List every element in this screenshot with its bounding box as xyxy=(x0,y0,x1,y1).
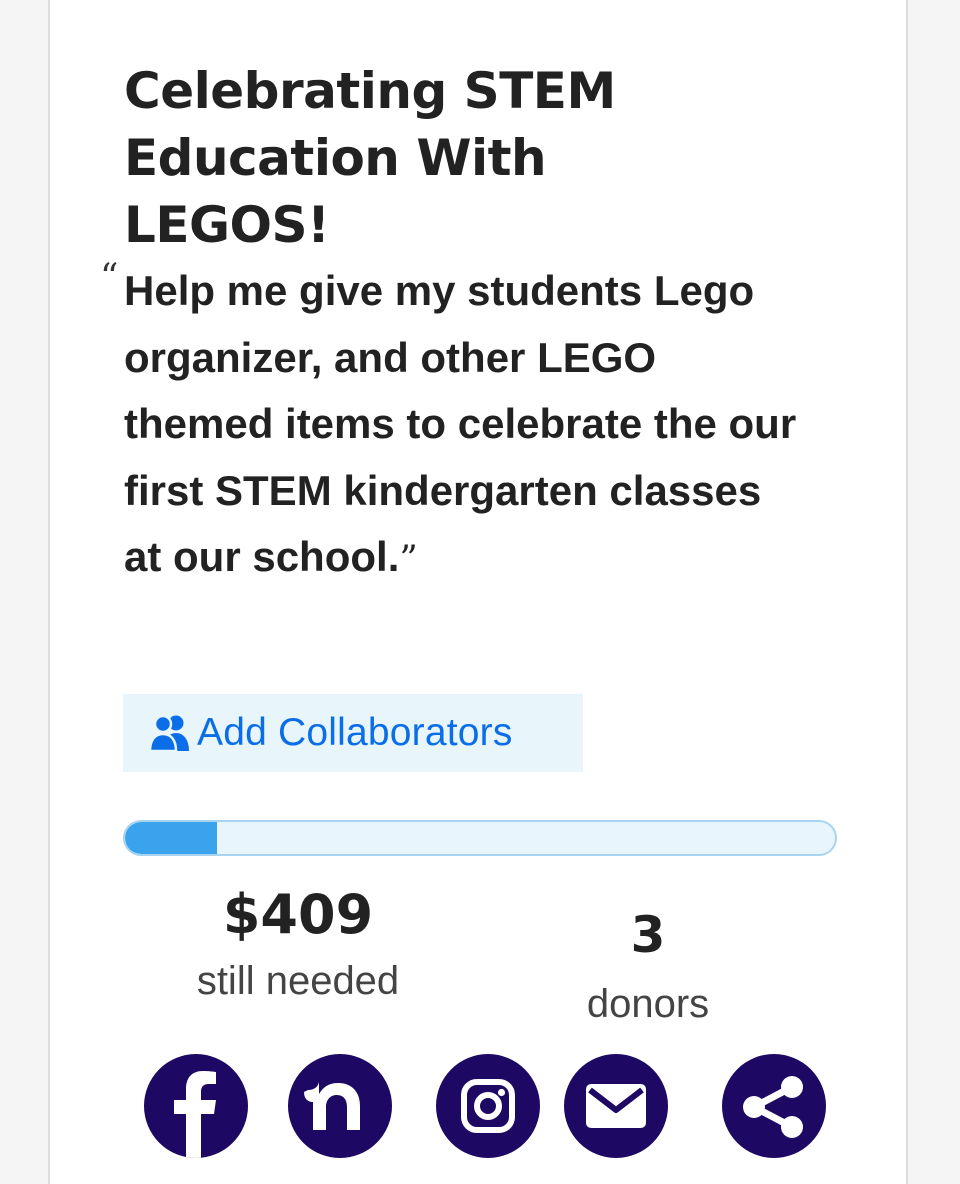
envelope-icon xyxy=(586,1084,646,1128)
share-icon xyxy=(743,1076,803,1138)
project-quote-text: Help me give my students Lego organizer,… xyxy=(124,267,797,580)
amount-needed-stat: $409 still needed xyxy=(170,884,426,1016)
facebook-icon xyxy=(174,1071,216,1158)
share-button[interactable] xyxy=(722,1054,826,1158)
project-title: Celebrating STEM Education With LEGOS! xyxy=(124,62,616,254)
email-share-button[interactable] xyxy=(564,1054,668,1158)
add-collaborators-button[interactable]: Add Collaborators xyxy=(123,694,583,772)
facebook-share-button[interactable] xyxy=(144,1054,248,1158)
open-quote-mark: “ xyxy=(100,257,119,298)
add-collaborators-label: Add Collaborators xyxy=(197,711,513,754)
instagram-icon xyxy=(461,1079,515,1133)
donors-count: 3 xyxy=(630,906,666,964)
amount-needed-label: still needed xyxy=(196,959,400,1003)
nextdoor-share-button[interactable] xyxy=(288,1054,392,1158)
project-quote: “ Help me give my students Lego organize… xyxy=(100,258,804,594)
donors-label: donors xyxy=(586,982,710,1026)
funding-progress-bar xyxy=(123,820,837,856)
instagram-share-button[interactable] xyxy=(436,1054,540,1158)
nextdoor-icon xyxy=(304,1082,360,1130)
close-quote-mark: ” xyxy=(399,539,418,580)
funding-progress-fill xyxy=(125,822,218,854)
users-icon xyxy=(149,713,191,753)
amount-needed-value: $409 xyxy=(222,883,374,946)
donors-stat: 3 donors xyxy=(560,906,736,1044)
